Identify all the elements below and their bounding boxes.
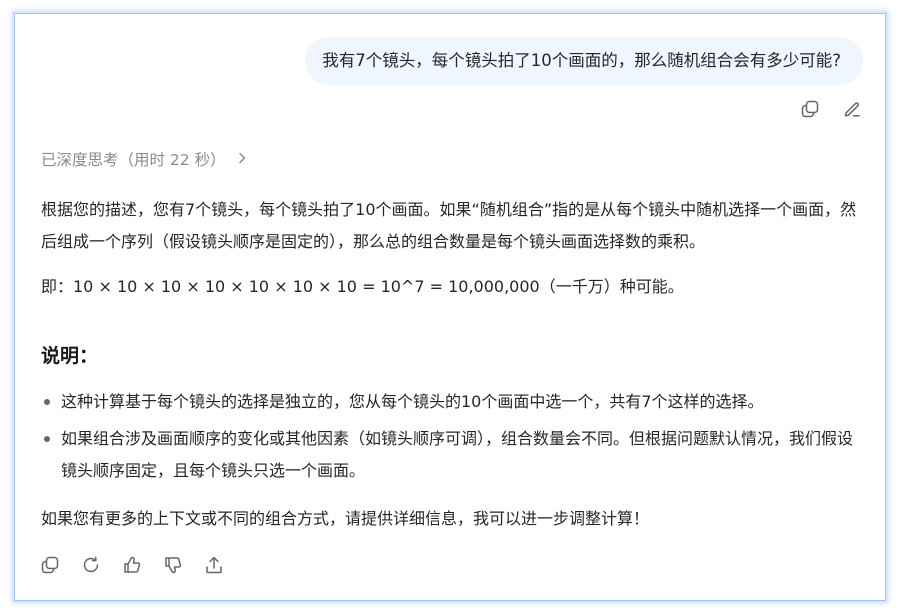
copy-icon[interactable] xyxy=(39,554,61,576)
thumbs-up-icon[interactable] xyxy=(121,554,143,576)
bullet-dot xyxy=(44,399,50,405)
list-item: 这种计算基于每个镜头的选择是独立的，您从每个镜头的10个画面中选一个，共有7个这… xyxy=(41,386,871,418)
bullet-text: 这种计算基于每个镜头的选择是独立的，您从每个镜头的10个画面中选一个，共有7个这… xyxy=(61,392,764,411)
user-message-actions xyxy=(799,98,863,120)
answer-closing: 如果您有更多的上下文或不同的组合方式，请提供详细信息，我可以进一步调整计算！ xyxy=(41,509,650,528)
answer-actions xyxy=(39,554,225,576)
thinking-toggle[interactable]: 已深度思考（用时 22 秒） xyxy=(41,148,246,170)
list-item: 如果组合涉及画面顺序的变化或其他因素（如镜头顺序可调），组合数量会不同。但根据问… xyxy=(41,423,871,487)
answer-intro: 根据您的描述，您有7个镜头，每个镜头拍了10个画面。如果“随机组合”指的是从每个… xyxy=(41,200,857,251)
thumbs-down-icon[interactable] xyxy=(162,554,184,576)
chat-window: 我有7个镜头，每个镜头拍了10个画面的，那么随机组合会有多少可能? 已深度思考（… xyxy=(14,13,886,601)
assistant-answer: 根据您的描述，您有7个镜头，每个镜头拍了10个画面。如果“随机组合”指的是从每个… xyxy=(41,194,871,535)
answer-formula: 即：10 × 10 × 10 × 10 × 10 × 10 × 10 = 10^… xyxy=(41,277,684,296)
regenerate-icon[interactable] xyxy=(80,554,102,576)
answer-heading: 说明： xyxy=(41,345,99,367)
edit-icon[interactable] xyxy=(841,98,863,120)
chevron-right-icon xyxy=(238,150,246,168)
thinking-label: 已深度思考（用时 22 秒） xyxy=(41,151,226,169)
bullet-dot xyxy=(44,436,50,442)
answer-bullet-list: 这种计算基于每个镜头的选择是独立的，您从每个镜头的10个画面中选一个，共有7个这… xyxy=(41,386,871,487)
copy-icon[interactable] xyxy=(799,98,821,120)
user-message-bubble: 我有7个镜头，每个镜头拍了10个画面的，那么随机组合会有多少可能? xyxy=(305,37,863,85)
share-icon[interactable] xyxy=(203,554,225,576)
bullet-text: 如果组合涉及画面顺序的变化或其他因素（如镜头顺序可调），组合数量会不同。但根据问… xyxy=(61,429,854,480)
